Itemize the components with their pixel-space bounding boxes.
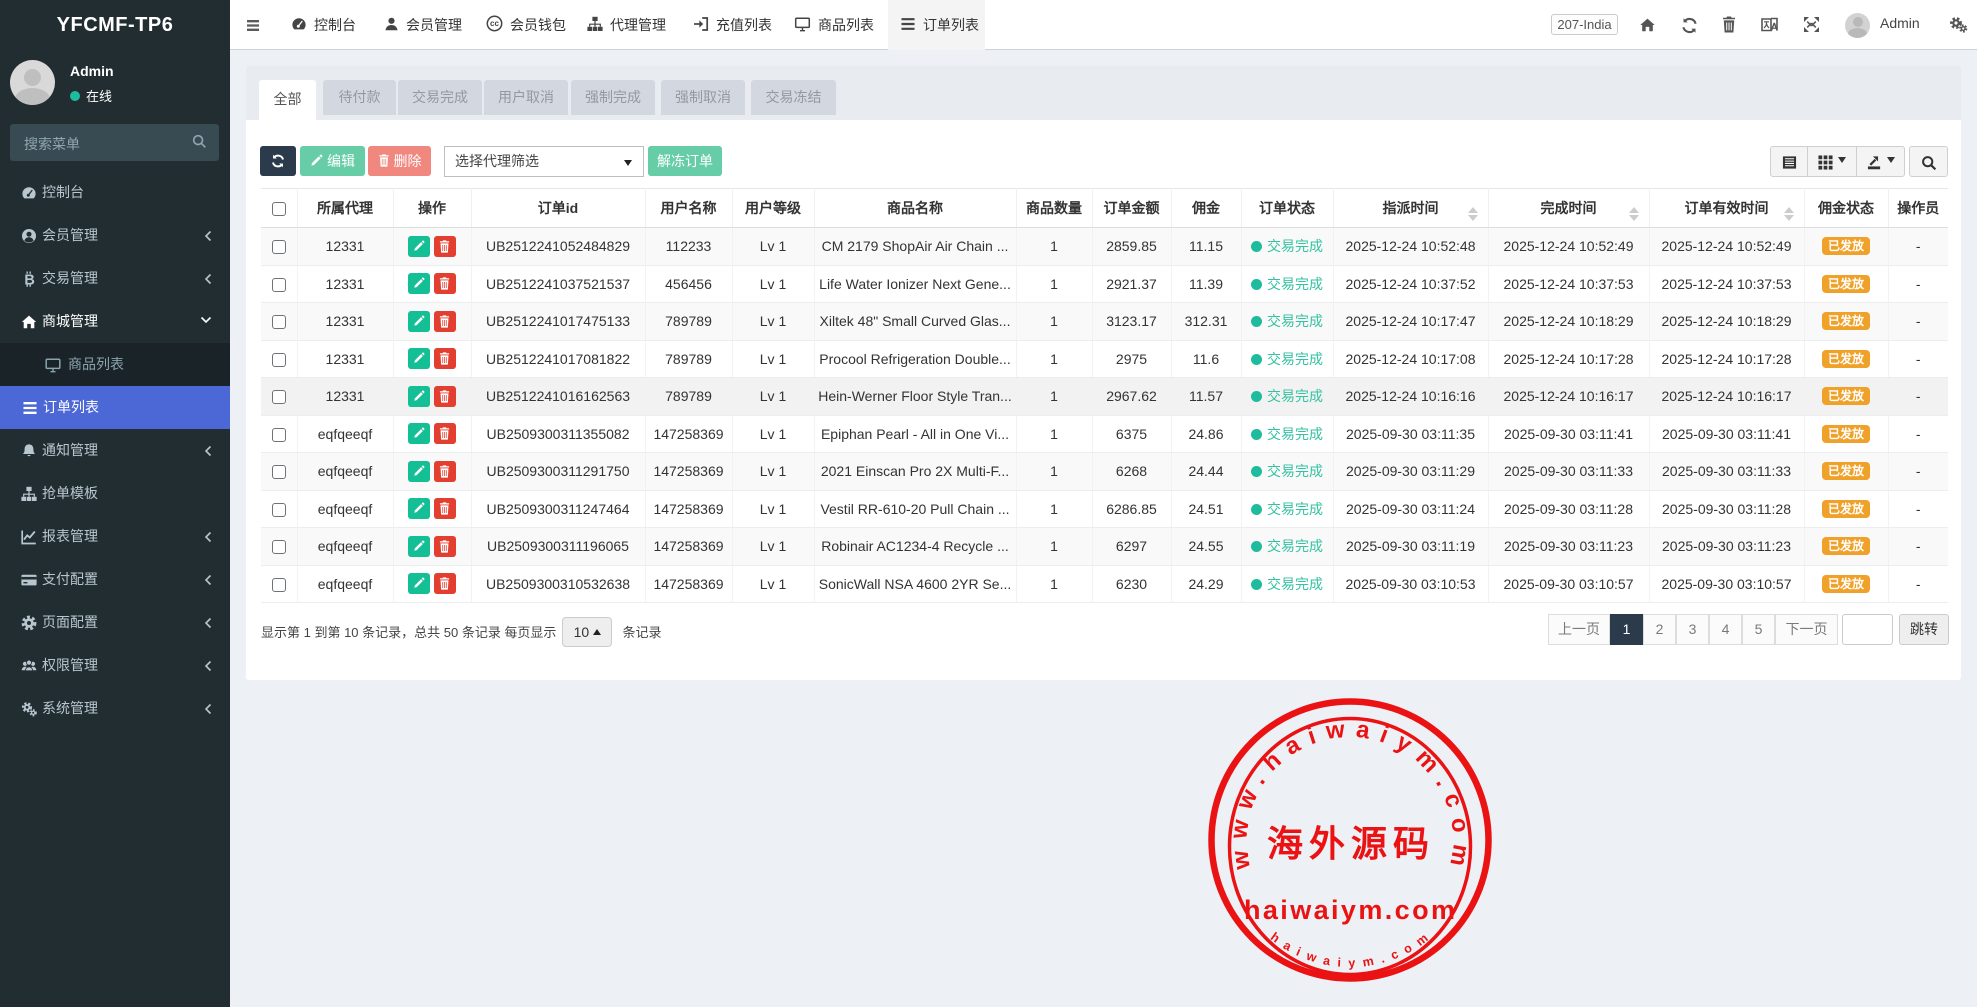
svg-text:cc: cc: [490, 19, 499, 28]
svg-text:海外源码: 海外源码: [1267, 824, 1435, 864]
svg-text:haiwaiym.com: haiwaiym.com: [1244, 895, 1457, 925]
